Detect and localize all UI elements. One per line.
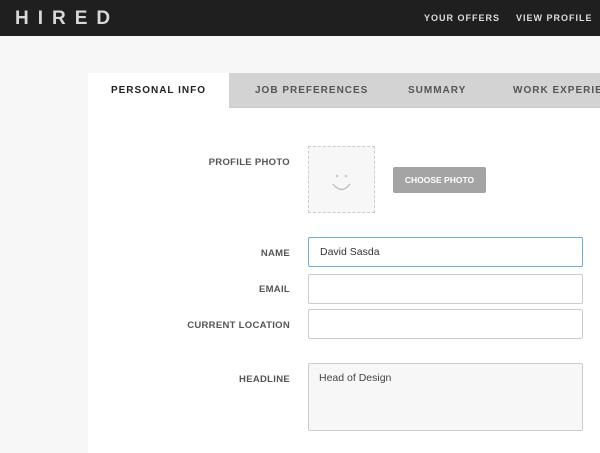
headline-label: HEADLINE xyxy=(239,374,290,385)
profile-photo-placeholder[interactable] xyxy=(308,146,375,213)
hired-logo[interactable]: HIRED xyxy=(15,8,119,30)
email-input[interactable] xyxy=(308,274,583,304)
headline-textarea[interactable]: Head of Design xyxy=(308,363,583,431)
tab-personal-info[interactable]: PERSONAL INFO xyxy=(88,73,229,109)
nav-view-profile[interactable]: VIEW PROFILE xyxy=(516,13,593,23)
profile-photo-label: PROFILE PHOTO xyxy=(208,157,290,168)
tab-summary[interactable]: SUMMARY xyxy=(408,73,466,108)
email-label: EMAIL xyxy=(258,284,290,295)
top-nav-bar: HIRED YOUR OFFERS VIEW PROFILE xyxy=(0,0,600,36)
tab-work-experience[interactable]: WORK EXPERIENCE xyxy=(513,73,600,108)
tab-job-preferences[interactable]: JOB PREFERENCES xyxy=(255,73,368,108)
location-label: CURRENT LOCATION xyxy=(187,320,290,331)
smiley-icon xyxy=(332,174,351,191)
location-input[interactable] xyxy=(308,309,583,339)
choose-photo-button[interactable]: CHOOSE PHOTO xyxy=(393,167,486,193)
name-label: NAME xyxy=(260,248,290,259)
name-input[interactable]: David Sasda xyxy=(308,237,583,267)
tab-bar: PERSONAL INFO JOB PREFERENCES SUMMARY WO… xyxy=(88,73,600,109)
nav-your-offers[interactable]: YOUR OFFERS xyxy=(424,13,500,23)
